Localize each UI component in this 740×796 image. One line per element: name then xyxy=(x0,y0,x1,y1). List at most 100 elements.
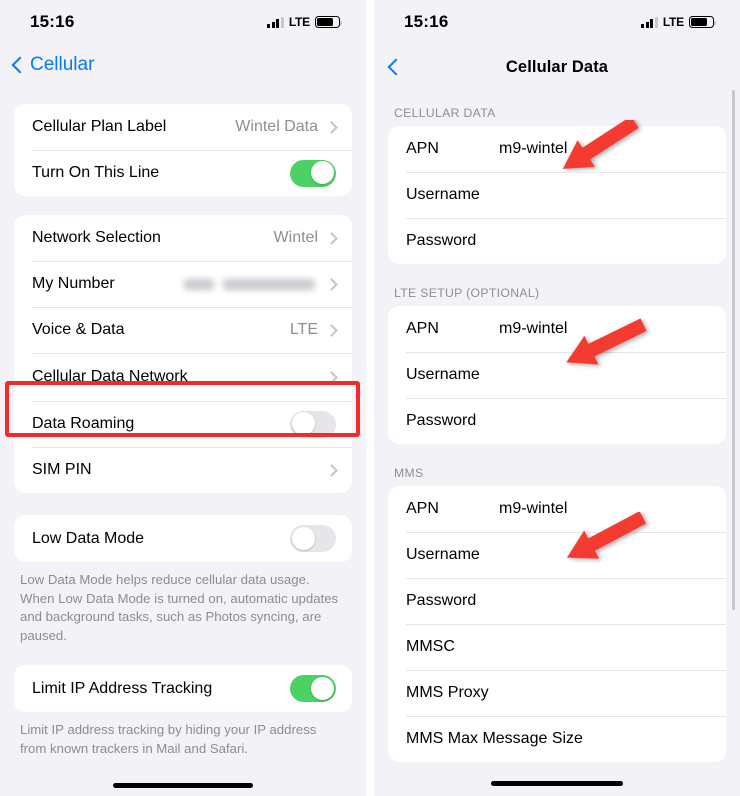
row-value: LTE xyxy=(289,321,318,338)
redacted-phone-number xyxy=(184,278,315,290)
vertical-scrollbar[interactable] xyxy=(732,90,735,610)
field-label: Password xyxy=(406,592,477,609)
chevron-right-icon xyxy=(325,323,338,337)
field-label: APN xyxy=(406,500,439,517)
field-label: Username xyxy=(406,366,480,383)
row-label: Cellular Plan Label xyxy=(32,118,167,135)
row-limit-ip-address-tracking[interactable]: Limit IP Address Tracking xyxy=(14,665,352,712)
row-label: Turn On This Line xyxy=(32,164,160,181)
battery-icon xyxy=(689,16,717,28)
chevron-right-icon xyxy=(325,463,338,477)
row-label: Data Roaming xyxy=(32,415,135,432)
nav-bar-right: Cellular Data xyxy=(374,44,740,90)
field-value: m9-wintel xyxy=(499,500,568,517)
field-row-mms-proxy[interactable]: MMS Proxy xyxy=(388,670,726,716)
settings-group-ip-tracking: Limit IP Address Tracking xyxy=(14,665,352,712)
section-group-cellular-data: APN m9-wintel Username Password xyxy=(388,126,726,264)
section-header-lte-setup: LTE SETUP (OPTIONAL) xyxy=(394,286,540,300)
page-title: Cellular Data xyxy=(505,57,609,76)
field-row-username[interactable]: Username xyxy=(388,172,726,218)
field-label: APN xyxy=(406,140,439,157)
field-label: Username xyxy=(406,186,480,203)
field-label: MMS Proxy xyxy=(406,684,489,701)
field-label: APN xyxy=(406,320,439,337)
field-row-password[interactable]: Password xyxy=(388,578,726,624)
section-header-mms: MMS xyxy=(394,466,424,480)
row-sim-pin[interactable]: SIM PIN xyxy=(14,447,352,493)
cellular-signal-icon xyxy=(641,16,658,28)
nav-bar-left: Cellular xyxy=(0,44,366,86)
field-row-mmsc[interactable]: MMSC xyxy=(388,624,726,670)
battery-icon xyxy=(315,16,343,28)
field-row-password[interactable]: Password xyxy=(388,398,726,444)
footnote-ip-tracking: Limit IP address tracking by hiding your… xyxy=(20,722,317,756)
field-label: MMS Max Message Size xyxy=(406,730,583,747)
toggle-low-data-mode[interactable] xyxy=(290,525,336,552)
settings-group-network: Network Selection Wintel My Number Voice… xyxy=(14,215,352,493)
row-network-selection[interactable]: Network Selection Wintel xyxy=(14,215,352,261)
field-row-apn[interactable]: APN m9-wintel xyxy=(388,126,726,172)
network-type-label: LTE xyxy=(662,15,684,29)
section-header-cellular-data: CELLULAR DATA xyxy=(394,106,496,120)
field-label: Password xyxy=(406,412,477,429)
row-data-roaming[interactable]: Data Roaming xyxy=(14,401,352,447)
field-label: Username xyxy=(406,546,480,563)
chevron-left-icon xyxy=(11,56,29,74)
toggle-data-roaming[interactable] xyxy=(290,410,336,438)
home-indicator xyxy=(491,780,623,786)
back-button-label: Cellular xyxy=(30,54,95,75)
field-label: MMSC xyxy=(406,638,455,655)
field-row-password[interactable]: Password xyxy=(388,218,726,264)
toggle-limit-ip-address-tracking[interactable] xyxy=(290,675,336,702)
status-bar-right: 15:16 LTE xyxy=(374,0,740,44)
screen-divider xyxy=(366,0,374,796)
dual-screenshot-container: 15:16 LTE Cellular Cellular Plan Label W… xyxy=(0,0,740,796)
row-label: My Number xyxy=(32,275,115,292)
field-row-apn[interactable]: APN m9-wintel xyxy=(388,486,726,532)
back-button[interactable] xyxy=(386,58,405,76)
status-time: 15:16 xyxy=(404,12,449,31)
row-label: SIM PIN xyxy=(32,461,92,478)
row-label: Network Selection xyxy=(32,229,161,246)
chevron-right-icon xyxy=(325,231,338,245)
row-label: Limit IP Address Tracking xyxy=(32,679,213,697)
chevron-right-icon xyxy=(325,370,338,384)
row-voice-and-data[interactable]: Voice & Data LTE xyxy=(14,307,352,353)
row-value: Wintel xyxy=(273,229,318,246)
cellular-signal-icon xyxy=(267,16,284,28)
back-button-cellular[interactable]: Cellular xyxy=(10,54,94,76)
row-turn-on-this-line[interactable]: Turn On This Line xyxy=(14,150,352,196)
field-label: Password xyxy=(406,232,477,249)
network-type-label: LTE xyxy=(288,15,310,29)
row-cellular-plan-label[interactable]: Cellular Plan Label Wintel Data xyxy=(14,104,352,150)
chevron-left-icon xyxy=(387,58,405,76)
toggle-turn-on-this-line[interactable] xyxy=(290,159,336,187)
field-row-username[interactable]: Username xyxy=(388,352,726,398)
chevron-right-icon xyxy=(325,120,338,134)
field-row-apn[interactable]: APN m9-wintel xyxy=(388,306,726,352)
field-row-username[interactable]: Username xyxy=(388,532,726,578)
right-phone-screen: 15:16 LTE Cellular Data CELLULAR DATA AP… xyxy=(374,0,740,796)
settings-group-plan: Cellular Plan Label Wintel Data Turn On … xyxy=(14,104,352,196)
field-value: m9-wintel xyxy=(499,140,568,157)
row-value: Wintel Data xyxy=(235,118,318,135)
home-indicator xyxy=(113,782,253,788)
chevron-right-icon xyxy=(325,277,338,291)
row-label: Voice & Data xyxy=(32,321,125,338)
row-low-data-mode[interactable]: Low Data Mode xyxy=(14,515,352,562)
section-group-mms: APN m9-wintel Username Password MMSC MMS… xyxy=(388,486,726,762)
field-value: m9-wintel xyxy=(499,320,568,337)
status-bar-left: 15:16 LTE xyxy=(0,0,366,44)
row-my-number[interactable]: My Number xyxy=(14,261,352,307)
footnote-low-data-mode: Low Data Mode helps reduce cellular data… xyxy=(20,572,339,643)
section-group-lte-setup: APN m9-wintel Username Password xyxy=(388,306,726,444)
status-indicators: LTE xyxy=(267,15,343,29)
row-label: Cellular Data Network xyxy=(32,368,188,385)
field-row-mms-max-message-size[interactable]: MMS Max Message Size xyxy=(388,716,726,762)
status-indicators: LTE xyxy=(641,15,717,29)
row-label: Low Data Mode xyxy=(32,529,145,547)
left-phone-screen: 15:16 LTE Cellular Cellular Plan Label W… xyxy=(0,0,366,796)
row-cellular-data-network[interactable]: Cellular Data Network xyxy=(14,353,352,401)
status-time: 15:16 xyxy=(30,12,75,31)
settings-group-low-data: Low Data Mode xyxy=(14,515,352,562)
